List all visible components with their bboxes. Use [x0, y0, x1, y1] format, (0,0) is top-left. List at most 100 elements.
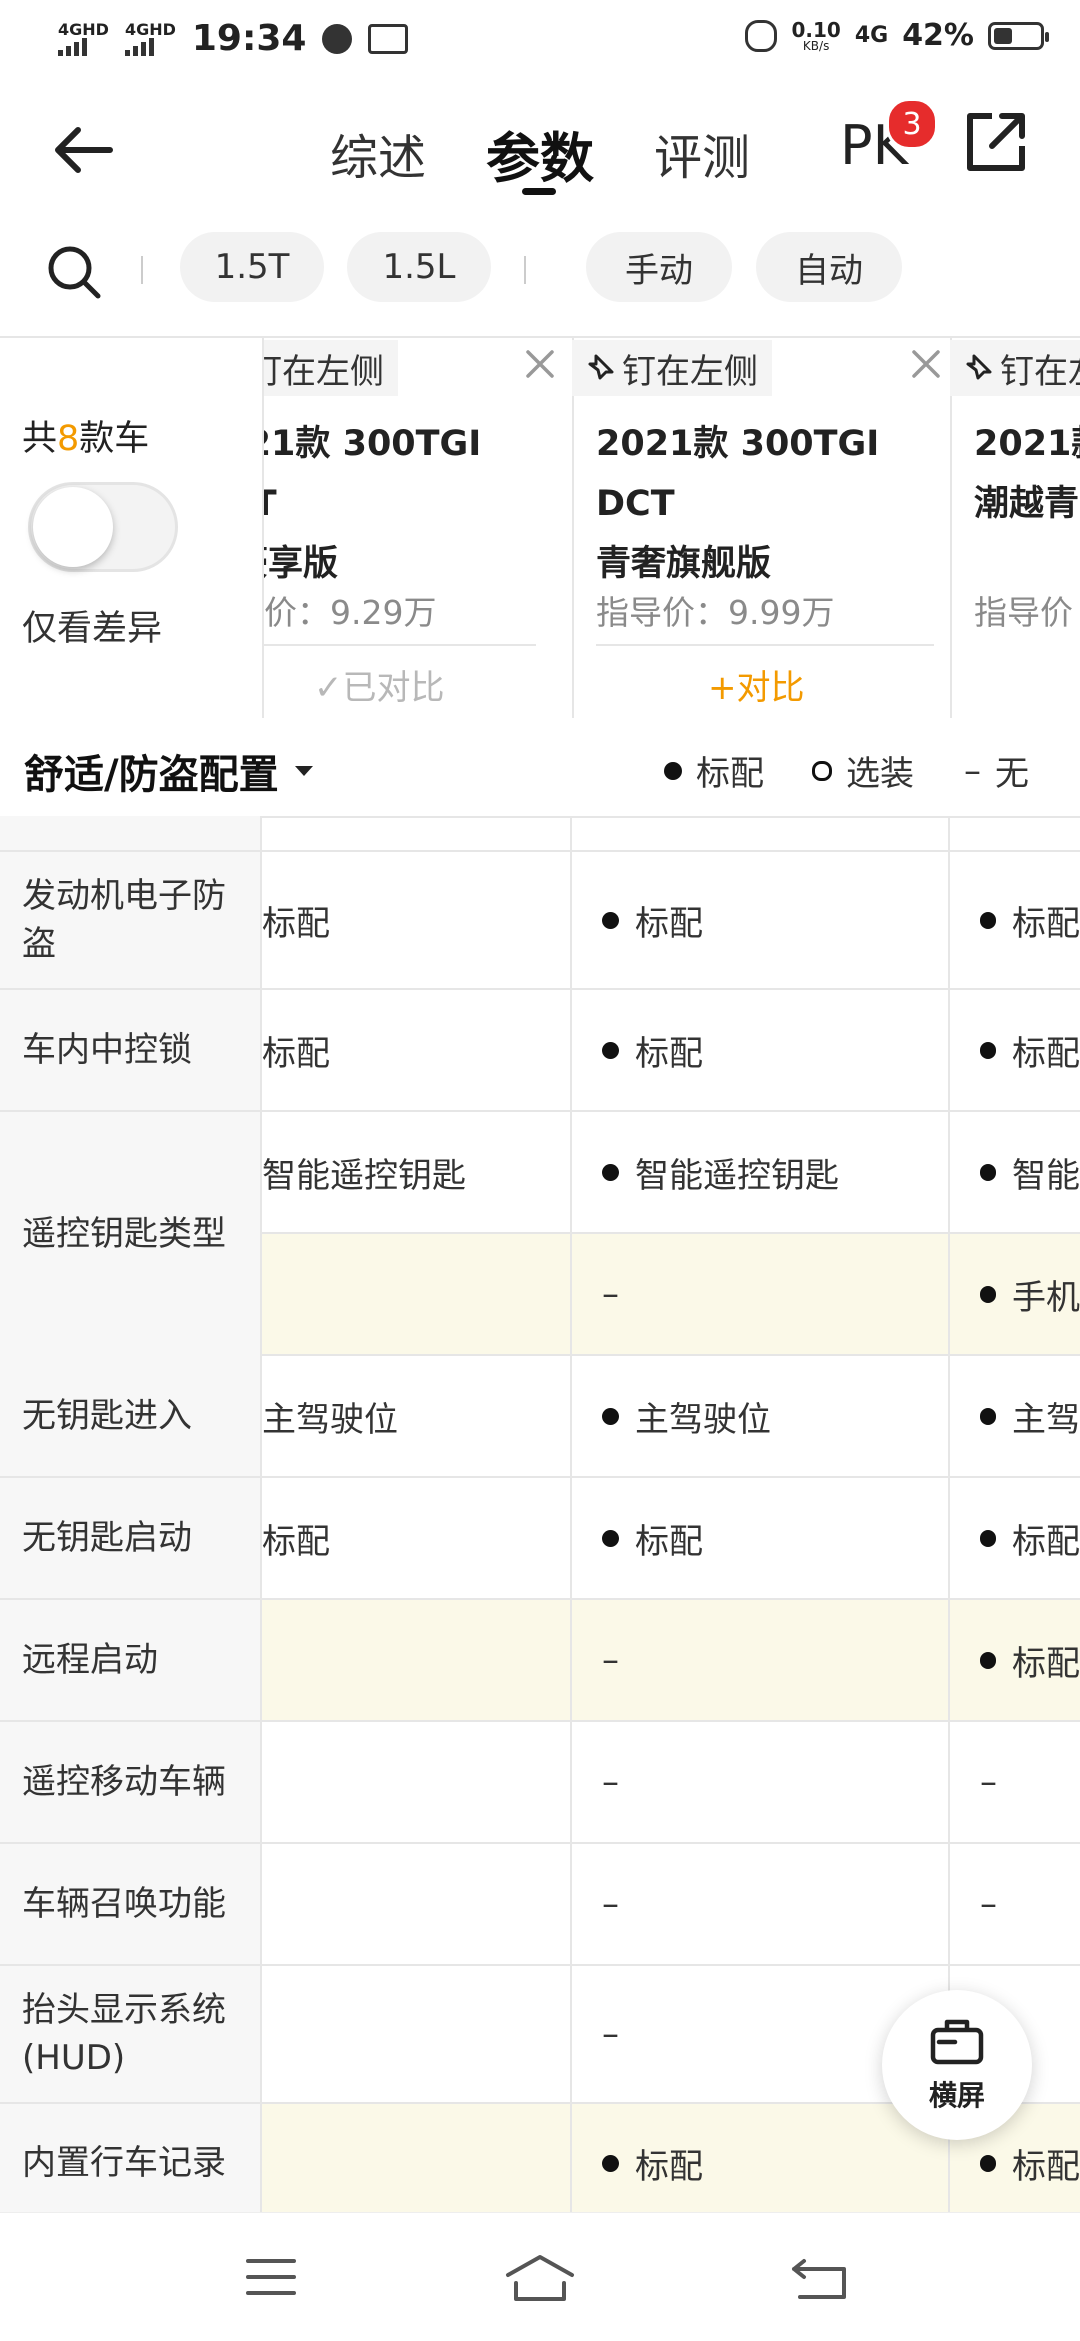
toggle-knob [33, 487, 113, 567]
table-row-top-spacer [0, 816, 1080, 852]
search-icon[interactable] [46, 244, 102, 300]
section-header: 舒适/防盗配置 标配 选装 – 无 [0, 718, 1080, 818]
cell-car-3: 标配 [950, 1478, 1080, 1598]
cell-car-1 [262, 1600, 570, 1720]
cell-car-1 [262, 2104, 570, 2212]
car-compare-header: 钉在左侧 2021款 300TGI DCT 奢豪享版 指导价：9.29万 ✓已对… [0, 338, 1080, 721]
row-cells: – 标配 [262, 1600, 1080, 1720]
filled-dot-icon [602, 2154, 619, 2172]
menu-icon[interactable] [244, 2255, 298, 2299]
landscape-button[interactable]: 横屏 [882, 1990, 1032, 2140]
signal-2: 4GHD [124, 21, 176, 56]
car-column-1: 钉在左侧 2021款 300TGI DCT 奢豪享版 指导价：9.29万 ✓已对… [262, 338, 574, 718]
clock: 19:34 [191, 18, 307, 59]
divider [141, 256, 143, 284]
car-price: 指导价：9.29万 [262, 593, 437, 632]
filled-dot-icon [980, 911, 996, 929]
signal-bars-icon [58, 37, 87, 56]
battery-icon [988, 21, 1049, 50]
legend-none: – 无 [964, 750, 1029, 795]
back-arrow-icon[interactable] [48, 122, 118, 178]
filled-dot-icon [602, 1407, 619, 1425]
tab-parameters[interactable]: 参数 [486, 114, 594, 193]
filter-chip-manual[interactable]: 手动 [586, 232, 732, 302]
signal-1: 4GHD [58, 21, 109, 56]
share-icon[interactable] [964, 110, 1028, 174]
filled-dot-icon [602, 911, 619, 929]
cell-car-1: 标配 [262, 903, 330, 944]
row-label: 无钥匙进入 [0, 1356, 262, 1476]
row-label: 远程启动 [0, 1600, 262, 1720]
car-name[interactable]: 2021款 300TGI DCT 青奢旗舰版 [596, 414, 950, 594]
alarm-icon [745, 19, 778, 52]
car-count: 共8款车 [22, 419, 150, 459]
filled-dot-icon [980, 1407, 996, 1425]
tab-overview[interactable]: 综述 [330, 118, 426, 188]
row-cells: – – [262, 1722, 1080, 1842]
cell-car-2: 标配 [572, 1478, 948, 1598]
pin-left-button[interactable]: 钉在左侧 [262, 340, 398, 396]
divider [262, 644, 536, 646]
cell-car-1 [262, 1844, 570, 1964]
close-icon[interactable] [910, 348, 942, 380]
table-row: 标配 标配 标配 车内中控锁 [0, 990, 1080, 1112]
row-cells: 标配 标配 标配 [262, 1478, 1080, 1598]
row-label: 遥控移动车辆 [0, 1722, 262, 1842]
cell-car-2: 主驾驶位 [572, 1356, 948, 1476]
section-title[interactable]: 舒适/防盗配置 [24, 742, 315, 800]
cell-car-3: 标配 [950, 990, 1080, 1110]
car-name[interactable]: 2021款 潮越青 [974, 414, 1080, 534]
cell-car-3: 智能 [950, 1112, 1080, 1232]
divider [524, 256, 526, 284]
add-compare-button[interactable]: +对比 [708, 660, 805, 709]
cell-car-2: – [602, 1884, 619, 1924]
divider [596, 644, 934, 646]
cell-car-2: – [602, 1640, 619, 1680]
cell-car-1: 主驾驶位 [262, 1399, 398, 1440]
filled-dot-icon [980, 1529, 996, 1547]
cell-car-2: 标配 [572, 2104, 948, 2212]
cell-car-3: 手机 [950, 1234, 1080, 1354]
close-icon[interactable] [524, 348, 556, 380]
cell-car-3: – [980, 1762, 997, 1802]
row-label: 车内中控锁 [0, 990, 262, 1110]
pin-left-button[interactable]: 钉在左侧 [572, 340, 772, 396]
cell-car-3: – [980, 1884, 997, 1924]
car-column-2: 钉在左侧 2021款 300TGI DCT 青奢旗舰版 指导价：9.99万 +对… [572, 338, 952, 718]
cell-car-1 [262, 1966, 570, 2102]
table-row: 智能遥控钥匙 智能遥控钥匙 智能 遥控钥匙类型 [0, 1112, 1080, 1356]
filled-dot-icon [980, 1163, 996, 1181]
pin-left-button[interactable]: 钉在左侧 [950, 340, 1080, 396]
system-nav-bar [0, 2212, 1080, 2341]
iqiyi-icon [368, 23, 409, 54]
filled-dot-icon [602, 1041, 619, 1059]
table-row: 标配 标配 标配 无钥匙启动 [0, 1478, 1080, 1600]
tab-review[interactable]: 评测 [654, 118, 750, 188]
row-label: 抬头显示系统(HUD) [0, 1966, 262, 2102]
diff-only-toggle[interactable] [28, 482, 178, 572]
row-label: 遥控钥匙类型 [0, 1112, 262, 1356]
compared-button[interactable]: ✓已对比 [314, 660, 445, 709]
cell-car-1 [262, 1234, 570, 1354]
row-label: 车辆召唤功能 [0, 1844, 262, 1964]
row-cells: – – [262, 1844, 1080, 1964]
legend-standard: 标配 [664, 746, 764, 795]
cell-car-1: 标配 [262, 1521, 330, 1562]
car-name[interactable]: 2021款 300TGI DCT 奢豪享版 [262, 414, 572, 594]
filled-dot-icon [980, 2154, 996, 2172]
signal-bars-icon [124, 37, 154, 56]
row-cells [262, 816, 1080, 850]
diff-only-label: 仅看差异 [22, 609, 163, 649]
back-icon[interactable] [790, 2255, 850, 2301]
hollow-dot-icon [812, 760, 832, 781]
row-label: 发动机电子防盗 [0, 852, 262, 988]
battery-percent: 42% [902, 18, 974, 53]
status-bar: 4GHD 4GHD 19:34 0.10 KB/s 4G 42% [0, 0, 1080, 84]
filter-chip-1-5t[interactable]: 1.5T [180, 232, 324, 302]
car-price: 指导价：9.99万 [596, 593, 835, 632]
filled-dot-icon [602, 1163, 619, 1181]
table-row: 标配 标配 标配 发动机电子防盗 [0, 852, 1080, 990]
filter-chip-1-5l[interactable]: 1.5L [347, 232, 491, 302]
home-icon[interactable] [504, 2253, 576, 2303]
filter-chip-auto[interactable]: 自动 [756, 232, 902, 302]
